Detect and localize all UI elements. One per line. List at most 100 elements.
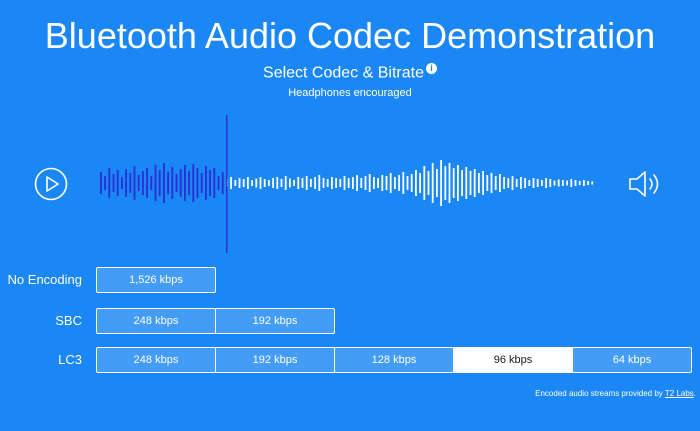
waveform-bar bbox=[574, 180, 577, 186]
waveform-bar bbox=[478, 173, 480, 193]
waveform-bar bbox=[255, 178, 258, 188]
waveform-bar bbox=[473, 169, 476, 197]
waveform-bar bbox=[318, 175, 321, 191]
waveform-bar bbox=[305, 176, 308, 190]
codec-label-lc3: LC3 bbox=[58, 352, 82, 367]
waveform-bar bbox=[507, 178, 510, 188]
page-title: Bluetooth Audio Codec Demonstration bbox=[44, 15, 656, 56]
bitrate-button-lc3-96[interactable]: 96 kbps bbox=[453, 347, 573, 373]
waveform-bar bbox=[360, 178, 363, 188]
waveform-bar bbox=[402, 172, 405, 194]
waveform-bar bbox=[221, 172, 224, 194]
waveform-bar bbox=[230, 177, 232, 189]
waveform-bar bbox=[209, 170, 211, 196]
waveform-bar bbox=[188, 171, 190, 195]
waveform-bar bbox=[553, 180, 556, 186]
speaker-icon bbox=[629, 171, 659, 197]
waveform-bar bbox=[352, 177, 354, 189]
waveform-bar bbox=[469, 171, 472, 195]
waveform-bar bbox=[486, 175, 489, 191]
codec-label-no-encoding: No Encoding bbox=[7, 272, 82, 287]
waveform-bar bbox=[146, 168, 148, 198]
bitrate-button-lc3-248[interactable]: 248 kbps bbox=[96, 347, 216, 373]
waveform-bar bbox=[200, 173, 203, 193]
waveform-bar bbox=[536, 179, 539, 187]
waveform-bar bbox=[356, 175, 358, 191]
waveform-bar bbox=[440, 160, 442, 206]
waveform-bar bbox=[238, 178, 241, 188]
playhead-cursor[interactable] bbox=[226, 115, 228, 253]
waveform-bar bbox=[154, 165, 157, 201]
subtitle: Select Codec & Bitrate i bbox=[0, 63, 700, 83]
waveform-bar bbox=[549, 179, 552, 187]
attribution-suffix: . bbox=[693, 389, 696, 398]
waveform-bar bbox=[515, 179, 518, 187]
waveform-bar bbox=[112, 174, 115, 192]
waveform-bar bbox=[192, 164, 195, 202]
bitrate-button-lc3-192[interactable]: 192 kbps bbox=[215, 347, 335, 373]
waveform-bar bbox=[398, 175, 400, 191]
waveform-bar bbox=[410, 174, 413, 192]
waveform-bar bbox=[213, 168, 216, 198]
waveform-bar bbox=[570, 179, 573, 187]
waveform-bar bbox=[272, 178, 274, 188]
waveform-bar bbox=[167, 172, 169, 194]
waveform-bar bbox=[541, 180, 543, 186]
waveform-bar bbox=[242, 179, 245, 187]
waveform-bar bbox=[373, 177, 375, 189]
waveform-bar bbox=[100, 172, 102, 194]
waveform-bar bbox=[196, 168, 199, 198]
waveform-bar bbox=[347, 178, 350, 188]
codec-label-sbc: SBC bbox=[55, 313, 82, 328]
waveform-bar bbox=[104, 176, 106, 190]
waveform-bar bbox=[394, 177, 396, 189]
subtitle-text: Select Codec & Bitrate bbox=[263, 64, 424, 82]
waveform-bar bbox=[142, 171, 144, 195]
bitrate-button-lc3-64[interactable]: 64 kbps bbox=[572, 347, 692, 373]
waveform-bar bbox=[461, 170, 463, 196]
t2-labs-link[interactable]: T2 Labs bbox=[665, 389, 694, 398]
bitrate-button-sbc-248[interactable]: 248 kbps bbox=[96, 308, 216, 334]
waveform-bar bbox=[247, 177, 249, 189]
waveform-bar bbox=[587, 181, 589, 185]
waveform-bar bbox=[532, 178, 535, 188]
waveform-bar bbox=[158, 170, 161, 196]
waveform-bar bbox=[251, 180, 253, 186]
waveform-bar bbox=[217, 176, 220, 190]
waveform-bar bbox=[280, 179, 283, 187]
play-button[interactable] bbox=[34, 167, 68, 201]
waveform-bar bbox=[125, 169, 127, 197]
bitrate-group-no-encoding: 1,526 kbps bbox=[96, 267, 216, 293]
waveform-bar bbox=[116, 170, 119, 196]
waveform-bar bbox=[452, 168, 455, 198]
volume-button[interactable] bbox=[627, 169, 663, 199]
waveform-bar bbox=[444, 166, 447, 200]
waveform-bar bbox=[578, 181, 581, 185]
waveform-bar bbox=[528, 180, 531, 186]
waveform-bar bbox=[566, 180, 568, 186]
waveform-bar bbox=[234, 180, 237, 186]
waveform-bar bbox=[284, 176, 287, 190]
attribution-text: Encoded audio streams provided by bbox=[535, 389, 663, 398]
bitrate-button-sbc-192[interactable]: 192 kbps bbox=[215, 308, 335, 334]
waveform-bar bbox=[184, 165, 186, 201]
waveform-bar bbox=[557, 179, 560, 187]
waveform-bar bbox=[562, 180, 564, 186]
play-circle-icon bbox=[34, 167, 68, 201]
bitrate-group-sbc: 248 kbps 192 kbps bbox=[96, 308, 335, 334]
waveform-bar bbox=[385, 176, 388, 190]
waveform-bar bbox=[503, 177, 505, 189]
waveform-bar bbox=[175, 174, 178, 192]
info-icon[interactable]: i bbox=[425, 63, 437, 74]
waveform-bar bbox=[499, 174, 501, 192]
waveform-bar bbox=[377, 178, 379, 188]
waveform-bar bbox=[137, 175, 140, 191]
waveform-bar bbox=[406, 176, 409, 190]
waveform[interactable] bbox=[96, 115, 608, 253]
waveform-bar bbox=[293, 180, 295, 186]
bitrate-button-lc3-128[interactable]: 128 kbps bbox=[334, 347, 454, 373]
bitrate-button-no-encoding-1526[interactable]: 1,526 kbps bbox=[96, 267, 216, 293]
waveform-bar bbox=[419, 173, 421, 193]
waveform-bar bbox=[436, 169, 438, 197]
waveform-bar bbox=[520, 177, 522, 189]
